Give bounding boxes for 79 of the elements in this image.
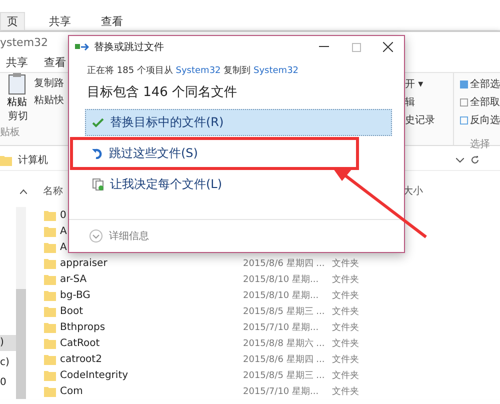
- date-cell-text: 2015/8/6 星期四 ...: [243, 354, 326, 366]
- window-title: ystem32: [0, 36, 48, 49]
- type-cell-text: 文件夹: [332, 386, 359, 398]
- folder-link[interactable]: System32: [176, 66, 221, 76]
- folder-icon: [44, 290, 56, 300]
- breadcrumb[interactable]: 计算机: [18, 153, 48, 167]
- type-cell-text: 文件夹: [332, 354, 359, 366]
- ribbon-tab[interactable]: 共享: [0, 54, 34, 70]
- folder-icon: [44, 242, 56, 252]
- folder-icon: [44, 226, 56, 236]
- date-cell-text: 2015/8/10 星期...: [243, 274, 320, 286]
- paste-button[interactable]: 粘贴: [0, 73, 34, 109]
- option-button[interactable]: 替换目标中的文件(R): [85, 109, 392, 136]
- folder-icon: [44, 210, 56, 220]
- file-name[interactable]: CodeIntegrity: [60, 370, 239, 380]
- scrollbar-thumb[interactable]: [16, 289, 26, 399]
- date-cell-text: 2015/8/10 星期...: [243, 290, 320, 302]
- documents-icon: [92, 178, 104, 191]
- folder-icon: [44, 386, 56, 396]
- ribbon-tab[interactable]: 页: [0, 12, 25, 30]
- invert-selection-button[interactable]: 反向选: [470, 113, 500, 127]
- ribbon-tab[interactable]: 查看: [38, 54, 72, 70]
- check-icon: [92, 118, 104, 128]
- file-name[interactable]: bg-BG: [60, 290, 239, 300]
- folder-icon: [44, 370, 56, 380]
- open-button[interactable]: 开 ▾: [405, 77, 447, 91]
- folder-link[interactable]: System32: [254, 66, 299, 76]
- refresh-icon[interactable]: [470, 155, 480, 165]
- minimize-icon: [319, 46, 329, 48]
- group-label: 选择: [469, 138, 491, 151]
- close-icon: [383, 42, 393, 52]
- type-cell-text: 文件夹: [332, 274, 359, 286]
- nav-item[interactable]: 0: [0, 375, 16, 391]
- file-name[interactable]: Bthprops: [60, 322, 239, 332]
- type-cell-text: 文件夹: [332, 290, 359, 302]
- date-cell-text: 2015/8/5 星期三 ...: [243, 306, 326, 318]
- file-name[interactable]: ar-SA: [60, 274, 239, 284]
- file-name[interactable]: CatRoot: [60, 338, 239, 348]
- select-none-button[interactable]: 全部取: [470, 95, 500, 109]
- curved-arrow-icon: [92, 148, 103, 159]
- folder-icon: [44, 338, 56, 348]
- type-cell-text: 文件夹: [332, 370, 359, 382]
- file-copy-icon: [75, 42, 89, 52]
- option-button[interactable]: 跳过这些文件(S): [73, 140, 356, 167]
- nav-item[interactable]: c): [0, 355, 16, 371]
- folder-icon: [44, 354, 56, 364]
- file-name[interactable]: catroot2: [60, 354, 239, 364]
- type-cell-text: 文件夹: [332, 322, 359, 334]
- dropdown-icon[interactable]: [456, 158, 464, 162]
- folder-icon: [0, 154, 12, 166]
- folder-icon: [44, 322, 56, 332]
- ribbon-tab[interactable]: 共享: [43, 12, 77, 30]
- file-name[interactable]: appraiser: [60, 258, 239, 268]
- details-toggle[interactable]: 详细信息: [109, 229, 149, 243]
- maximize-icon: [352, 42, 360, 52]
- type-cell-text: 文件夹: [332, 306, 359, 318]
- date-cell-text: 2015/7/10 星期...: [243, 386, 320, 398]
- edit-button[interactable]: 辑: [405, 95, 447, 109]
- sort-icon[interactable]: [20, 188, 27, 194]
- ribbon-tab[interactable]: 查看: [95, 12, 129, 30]
- date-cell-text: 2015/7/10 星期...: [243, 322, 320, 334]
- file-name[interactable]: Boot: [60, 306, 239, 316]
- file-name[interactable]: Com: [60, 386, 239, 396]
- dialog-title: 替换或跳过文件: [94, 40, 164, 54]
- type-cell-text: 文件夹: [332, 338, 359, 350]
- copy-status-text: 正在将 185 个项目从 System32 复制到 System32: [86, 64, 300, 77]
- history-button[interactable]: 史记录: [405, 113, 447, 127]
- select-all-button[interactable]: 全部选: [470, 77, 500, 91]
- folder-icon: [44, 258, 56, 268]
- folder-icon: [44, 274, 56, 284]
- clipboard-icon: [8, 73, 26, 95]
- conflict-heading: 目标包含 146 个同名文件: [86, 84, 238, 102]
- date-cell-text: 2015/8/5 星期三 ...: [243, 370, 326, 382]
- nav-item[interactable]: ): [0, 335, 16, 351]
- date-cell-text: 2015/8/8 星期六 ...: [243, 338, 326, 350]
- folder-icon: [44, 306, 56, 316]
- date-cell-text: 2015/8/6 星期四 ...: [243, 258, 326, 270]
- type-cell-text: 文件夹: [332, 258, 359, 270]
- group-label: 贴板: [0, 126, 21, 140]
